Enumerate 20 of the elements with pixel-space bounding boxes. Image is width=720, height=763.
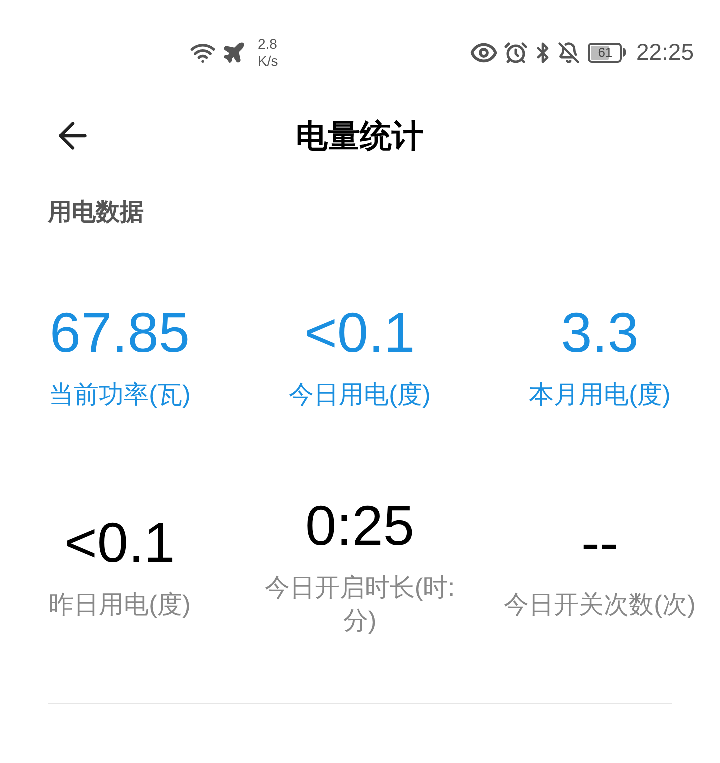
airplane-icon: [222, 40, 246, 64]
stat-label: 当前功率(瓦): [48, 380, 192, 410]
page-title: 电量统计: [296, 117, 424, 156]
stat-value: <0.1: [64, 510, 176, 574]
alarm-icon: [504, 40, 528, 64]
stat-label: 今日开关次数(次): [503, 590, 697, 620]
clock-time: 22:25: [636, 38, 694, 68]
stat-value: <0.1: [304, 300, 416, 364]
stat-label: 今日开启时长(时:分): [264, 573, 456, 637]
speed-value: 2.8: [258, 36, 278, 52]
bell-off-icon: [558, 42, 580, 64]
speed-unit: K/s: [258, 52, 278, 70]
stat-value: 3.3: [561, 300, 639, 364]
stat-label: 本月用电(度): [528, 380, 672, 410]
stat-value: 0:25: [306, 494, 414, 558]
stat-label: 昨日用电(度): [48, 590, 192, 620]
section-title: 用电数据: [48, 198, 144, 228]
stat-value: 67.85: [50, 300, 190, 364]
stat-value: --: [581, 510, 619, 574]
stat-label: 今日用电(度): [288, 380, 432, 410]
